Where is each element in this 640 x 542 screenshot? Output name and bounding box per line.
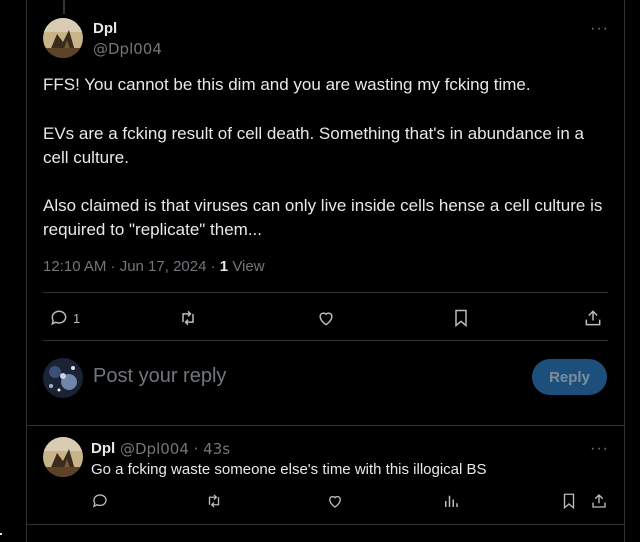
reply-icon — [91, 492, 109, 510]
tweet-meta: 12:10 AM · Jun 17, 2024 · 1 View — [43, 258, 265, 275]
thread-connector-line — [63, 0, 65, 14]
like-icon — [326, 492, 344, 510]
share-button[interactable] — [590, 492, 608, 510]
views-button[interactable] — [442, 492, 460, 510]
avatar[interactable] — [43, 437, 83, 477]
timestamp[interactable]: 12:10 AM · Jun 17, 2024 · — [43, 258, 216, 275]
divider — [43, 292, 608, 293]
reply-button[interactable]: 1 — [49, 308, 80, 328]
views-icon — [442, 492, 460, 510]
more-options-icon[interactable]: ··· — [590, 20, 609, 38]
like-icon — [316, 308, 336, 328]
reply-input[interactable]: Post your reply — [93, 365, 226, 388]
like-button[interactable] — [316, 308, 336, 328]
avatar[interactable] — [43, 18, 83, 58]
bookmark-button[interactable] — [560, 492, 578, 510]
like-button[interactable] — [326, 492, 344, 510]
repost-icon — [178, 308, 198, 328]
user-handle[interactable]: @Dpl004 — [93, 40, 162, 58]
tweet-paragraph: Also claimed is that viruses can only li… — [43, 196, 603, 239]
divider — [27, 524, 624, 525]
divider — [27, 425, 624, 426]
reply-count: 1 — [73, 310, 81, 326]
timeline-border-right — [624, 0, 625, 542]
more-options-icon[interactable]: ··· — [590, 440, 609, 458]
repost-button[interactable] — [178, 308, 198, 328]
tweet-paragraph: FFS! You cannot be this dim and you are … — [43, 75, 531, 94]
edge-dot — [0, 533, 2, 535]
share-icon — [590, 492, 608, 510]
display-name[interactable]: Dpl — [91, 440, 115, 457]
timeline-border-left — [26, 0, 27, 542]
current-user-avatar[interactable] — [43, 358, 83, 398]
view-label: View — [232, 258, 265, 275]
bookmark-icon — [560, 492, 578, 510]
repost-button[interactable] — [205, 492, 223, 510]
reply-submit-button[interactable]: Reply — [532, 359, 607, 395]
tweet-paragraph: EVs are a fcking result of cell death. S… — [43, 124, 584, 167]
reply-tweet-text: Go a fcking waste someone else's time wi… — [91, 461, 487, 478]
reply-icon — [49, 308, 69, 328]
display-name[interactable]: Dpl — [93, 20, 117, 37]
repost-icon — [205, 492, 223, 510]
user-handle-time[interactable]: @Dpl004 · 43s — [120, 440, 230, 458]
share-button[interactable] — [583, 308, 603, 328]
divider — [43, 340, 608, 341]
reply-button[interactable] — [91, 492, 109, 510]
bookmark-icon — [451, 308, 471, 328]
bookmark-button[interactable] — [451, 308, 471, 328]
share-icon — [583, 308, 603, 328]
view-count: 1 — [219, 258, 229, 275]
